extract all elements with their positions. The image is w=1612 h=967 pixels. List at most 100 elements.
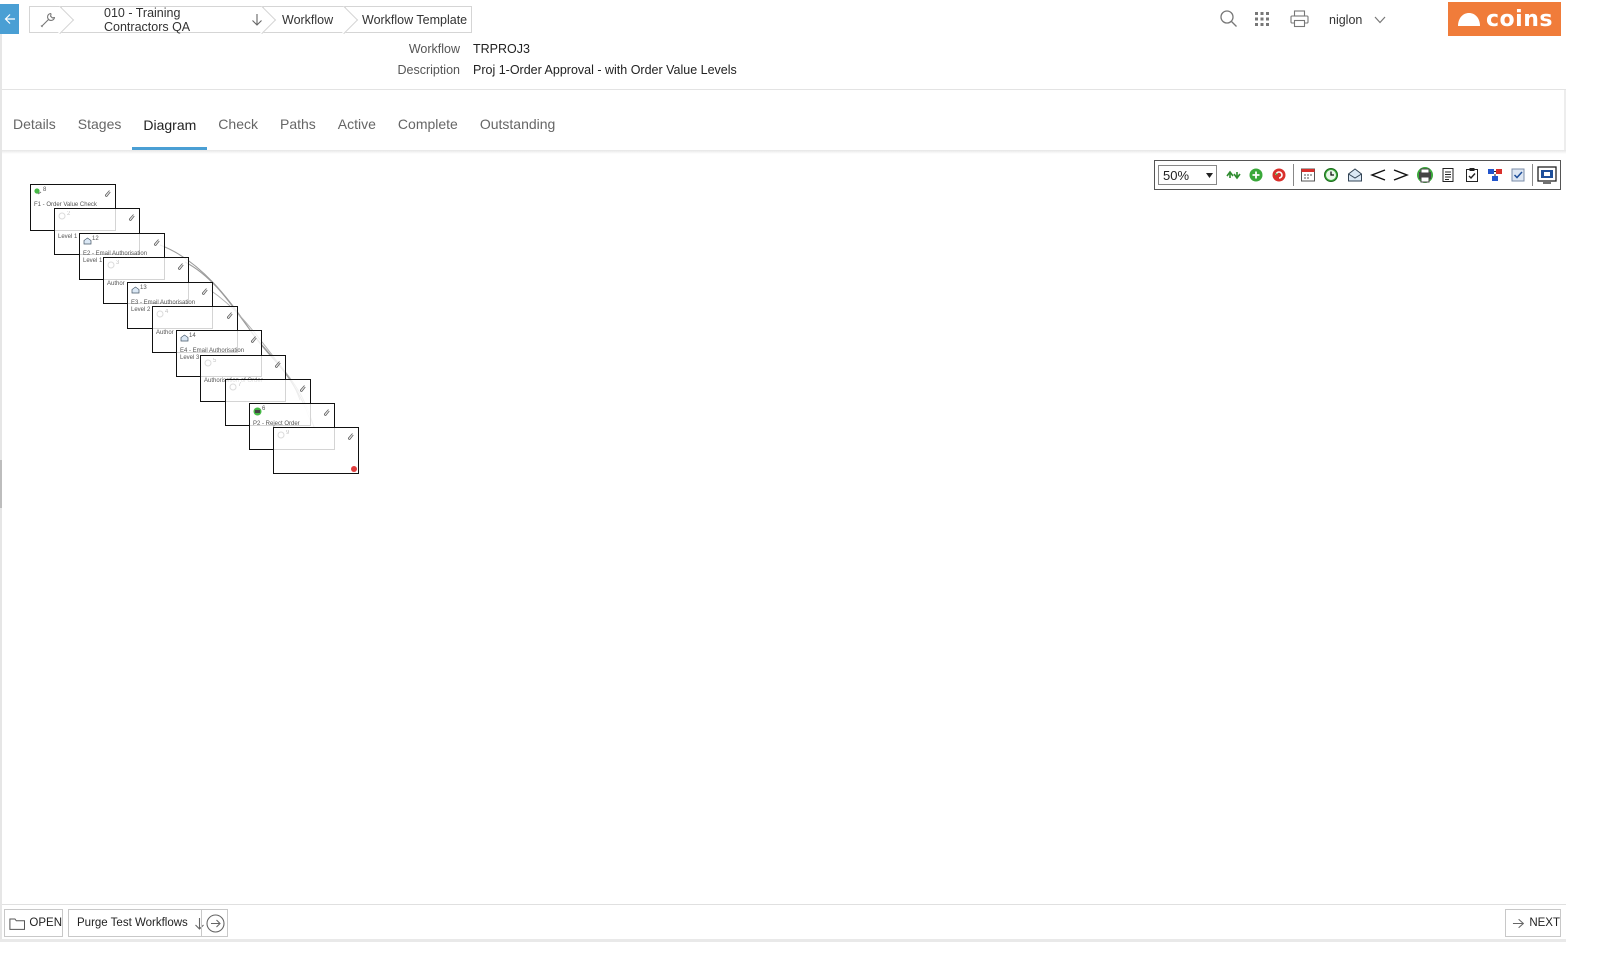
arrow-right-icon	[1512, 918, 1525, 928]
email-icon	[1347, 168, 1362, 182]
search-icon	[1220, 10, 1237, 27]
undo-redo-icon	[1226, 170, 1241, 180]
branch-left-button[interactable]	[1366, 164, 1389, 186]
stage-id: 7	[238, 382, 242, 388]
breadcrumb-company-label: 010 - Training Contractors QA	[104, 5, 191, 34]
branch-right-button[interactable]	[1390, 164, 1413, 186]
stage-id: 3	[116, 260, 120, 266]
paperclip-icon[interactable]	[226, 311, 233, 321]
user-menu[interactable]: niglon	[1329, 10, 1386, 30]
stage-icon	[156, 310, 164, 320]
flow-chart-button[interactable]	[1483, 164, 1506, 186]
email-icon	[131, 286, 140, 296]
open-button[interactable]: OPEN	[4, 909, 63, 937]
stage-id: 12	[92, 236, 99, 242]
next-label: NEXT	[1529, 917, 1560, 929]
stage-id: 5	[213, 358, 217, 364]
search-button[interactable]	[1219, 9, 1238, 28]
dropdown-arrow-icon	[1206, 172, 1213, 178]
paperclip-icon[interactable]	[201, 287, 208, 297]
fullscreen-button[interactable]	[1535, 164, 1558, 186]
stage-icon	[229, 383, 237, 393]
zoom-value: 50%	[1163, 167, 1190, 183]
clock-icon	[1324, 168, 1339, 182]
grid-icon	[1255, 12, 1269, 26]
printer-icon	[1290, 10, 1309, 28]
workflow-stage-node[interactable]: 9	[273, 427, 359, 474]
user-name: niglon	[1329, 13, 1363, 27]
checklist-button[interactable]	[1460, 164, 1483, 186]
calendar-button[interactable]	[1296, 164, 1319, 186]
apps-button[interactable]	[1254, 11, 1270, 27]
clock-button[interactable]	[1320, 164, 1343, 186]
process-icon	[253, 407, 262, 418]
end-icon	[277, 431, 285, 441]
stage-id: 8	[43, 187, 47, 193]
toolbar-separator	[1293, 164, 1295, 186]
print-button[interactable]	[1290, 10, 1309, 28]
document-icon	[1442, 168, 1454, 182]
diagram-toolbar: 50%	[1154, 160, 1561, 190]
logo-text: coins	[1486, 6, 1553, 32]
paperclip-icon[interactable]	[274, 360, 281, 370]
cloud-icon	[1458, 13, 1481, 26]
printer-icon	[1416, 167, 1433, 183]
refresh-icon	[1272, 168, 1286, 182]
branch-left-icon	[1370, 169, 1386, 181]
open-label: OPEN	[29, 917, 62, 929]
refresh-button[interactable]	[1268, 164, 1291, 186]
checkbox-icon	[1511, 168, 1525, 182]
bottom-edge	[0, 939, 1566, 942]
paperclip-icon[interactable]	[128, 213, 135, 223]
footer-divider	[2, 904, 1566, 905]
paperclip-icon[interactable]	[177, 262, 184, 272]
checklist-icon	[1465, 168, 1478, 182]
end-marker-icon	[351, 466, 357, 472]
workflow-diagram: 8 F1 - Order Value Check 2 Level 1 12 E2…	[0, 0, 359, 474]
purge-label: Purge Test Workflows	[77, 917, 188, 929]
wrench-icon	[40, 12, 55, 27]
breadcrumb-template-label: Workflow Template	[362, 12, 468, 27]
zoom-select[interactable]: 50%	[1158, 165, 1217, 185]
stage-id: 13	[140, 285, 147, 291]
stage-icon	[58, 212, 66, 222]
chevron-down-icon	[1374, 16, 1386, 24]
folder-icon	[9, 917, 25, 930]
document-button[interactable]	[1437, 164, 1460, 186]
flow-chart-icon	[1487, 169, 1502, 181]
description-value: Proj 1-Order Approval - with Order Value…	[473, 63, 737, 77]
arrow-down-icon[interactable]	[194, 917, 205, 930]
tab-outstanding[interactable]: Outstanding	[469, 100, 567, 148]
paperclip-icon[interactable]	[153, 238, 160, 248]
stage-id: 6	[262, 406, 266, 412]
stage-id: 4	[165, 309, 169, 315]
add-stage-icon	[1249, 168, 1263, 182]
undo-redo-button[interactable]	[1221, 164, 1244, 186]
start-icon	[34, 188, 42, 198]
workflow-value: TRPROJ3	[473, 42, 530, 56]
add-stage-button[interactable]	[1244, 164, 1267, 186]
paperclip-icon[interactable]	[250, 335, 257, 345]
stage-id: 14	[189, 333, 196, 339]
toolbar-separator	[1532, 164, 1534, 186]
paperclip-icon[interactable]	[299, 384, 306, 394]
stage-icon	[204, 359, 212, 369]
arrow-down-icon[interactable]	[251, 13, 263, 26]
purge-workflows-button[interactable]: Purge Test Workflows	[68, 909, 228, 937]
email-button[interactable]	[1343, 164, 1366, 186]
paperclip-icon[interactable]	[347, 432, 354, 442]
stage-id: 2	[67, 211, 71, 217]
checkbox-button[interactable]	[1507, 164, 1530, 186]
print-diagram-button[interactable]	[1413, 164, 1436, 186]
paperclip-icon[interactable]	[323, 408, 330, 418]
stage-id: 9	[286, 430, 290, 436]
calendar-icon	[1300, 168, 1315, 182]
paperclip-icon[interactable]	[104, 189, 111, 199]
branch-right-icon	[1394, 169, 1410, 181]
arrow-right-circle-icon[interactable]	[206, 914, 225, 933]
fullscreen-icon	[1537, 166, 1557, 184]
next-button[interactable]: NEXT	[1505, 909, 1561, 937]
coins-logo: coins	[1448, 2, 1561, 36]
stage-icon	[107, 261, 115, 271]
email-icon	[180, 334, 189, 344]
